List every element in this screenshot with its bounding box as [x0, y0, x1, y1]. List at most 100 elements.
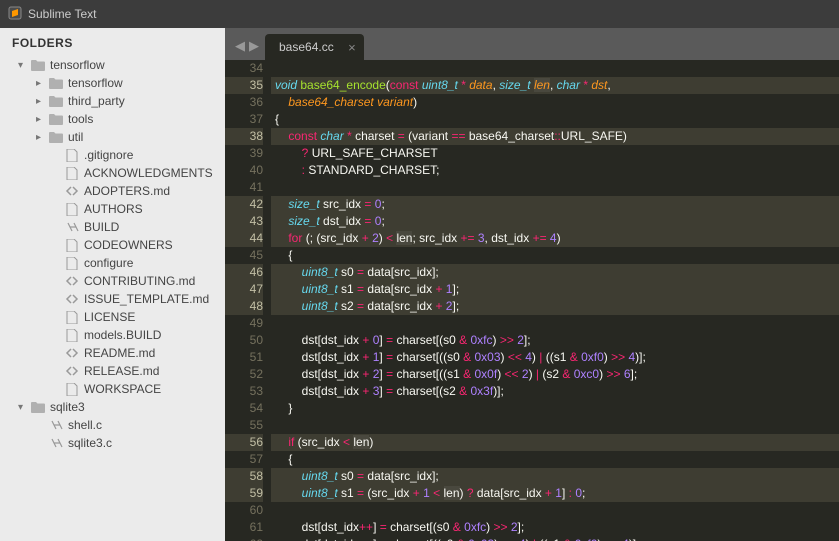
- code-line[interactable]: uint8_t s1 = (src_idx + 1 < len) ? data[…: [271, 485, 839, 502]
- code-line[interactable]: ? URL_SAFE_CHARSET: [271, 145, 839, 162]
- file-icon: [64, 328, 80, 342]
- code-line[interactable]: uint8_t s1 = data[src_idx + 1];: [271, 281, 839, 298]
- app-icon: [8, 6, 28, 23]
- file-icon: [64, 202, 80, 216]
- folder-item-tools[interactable]: ▸tools: [0, 110, 225, 128]
- app-title: Sublime Text: [28, 7, 96, 21]
- folder-item-tensorflow[interactable]: ▸tensorflow: [0, 74, 225, 92]
- file-item-configure[interactable]: configure: [0, 254, 225, 272]
- md-icon: [64, 364, 80, 378]
- line-number: 47: [225, 281, 263, 298]
- code-line[interactable]: }: [271, 400, 839, 417]
- line-number: 58: [225, 468, 263, 485]
- folder-tree[interactable]: ▾tensorflow▸tensorflow▸third_party▸tools…: [0, 56, 225, 452]
- file-icon: [64, 310, 80, 324]
- code-line[interactable]: {: [271, 111, 839, 128]
- code-line[interactable]: dst[dst_idx++] = charset[(s0 & 0xfc) >> …: [271, 519, 839, 536]
- code-line[interactable]: {: [271, 451, 839, 468]
- nav-back-icon[interactable]: ◀: [235, 38, 245, 54]
- nav-forward-icon[interactable]: ▶: [249, 38, 259, 54]
- line-number: 37: [225, 111, 263, 128]
- code-line[interactable]: dst[dst_idx++] = charset[((s0 & 0x03) <<…: [271, 536, 839, 541]
- folder-item-tensorflow[interactable]: ▾tensorflow: [0, 56, 225, 74]
- line-number: 46: [225, 264, 263, 281]
- line-number: 53: [225, 383, 263, 400]
- code-line[interactable]: size_t src_idx = 0;: [271, 196, 839, 213]
- code-content[interactable]: void base64_encode(const uint8_t * data,…: [271, 60, 839, 541]
- folder-icon: [48, 94, 64, 108]
- file-icon: [64, 148, 80, 162]
- code-line[interactable]: dst[dst_idx + 0] = charset[(s0 & 0xfc) >…: [271, 332, 839, 349]
- folder-item-util[interactable]: ▸util: [0, 128, 225, 146]
- tab-active[interactable]: base64.cc ×: [265, 34, 364, 60]
- code-line[interactable]: dst[dst_idx + 1] = charset[((s0 & 0x03) …: [271, 349, 839, 366]
- code-icon: [48, 418, 64, 432]
- sidebar-heading: FOLDERS: [0, 28, 225, 56]
- code-line[interactable]: : STANDARD_CHARSET;: [271, 162, 839, 179]
- code-line[interactable]: [271, 417, 839, 434]
- folder-icon: [48, 130, 64, 144]
- line-number: 55: [225, 417, 263, 434]
- file-item-codeowners[interactable]: CODEOWNERS: [0, 236, 225, 254]
- code-line[interactable]: dst[dst_idx + 3] = charset[(s2 & 0x3f)];: [271, 383, 839, 400]
- folder-item-third_party[interactable]: ▸third_party: [0, 92, 225, 110]
- expander-icon[interactable]: ▸: [36, 96, 48, 107]
- line-number: 41: [225, 179, 263, 196]
- file-item-acknowledgments[interactable]: ACKNOWLEDGMENTS: [0, 164, 225, 182]
- line-number: 39: [225, 145, 263, 162]
- code-line[interactable]: [271, 60, 839, 77]
- file-item-sqlite3-c[interactable]: sqlite3.c: [0, 434, 225, 452]
- close-icon[interactable]: ×: [348, 40, 356, 55]
- editor[interactable]: 3435363738394041424344454647484950515253…: [225, 60, 839, 541]
- md-icon: [64, 184, 80, 198]
- file-item-release-md[interactable]: RELEASE.md: [0, 362, 225, 380]
- md-icon: [64, 346, 80, 360]
- file-item--gitignore[interactable]: .gitignore: [0, 146, 225, 164]
- tab-bar: ◀ ▶ base64.cc ×: [225, 28, 839, 60]
- file-icon: [64, 166, 80, 180]
- code-line[interactable]: dst[dst_idx + 2] = charset[((s1 & 0x0f) …: [271, 366, 839, 383]
- code-line[interactable]: for (; (src_idx + 2) < len; src_idx += 3…: [271, 230, 839, 247]
- code-line[interactable]: [271, 502, 839, 519]
- file-icon: [64, 256, 80, 270]
- line-number: 51: [225, 349, 263, 366]
- expander-icon[interactable]: ▾: [18, 402, 30, 413]
- code-icon: [48, 436, 64, 450]
- line-number: 62: [225, 536, 263, 541]
- file-item-workspace[interactable]: WORKSPACE: [0, 380, 225, 398]
- expander-icon[interactable]: ▸: [36, 78, 48, 89]
- file-item-issue_template-md[interactable]: ISSUE_TEMPLATE.md: [0, 290, 225, 308]
- file-item-shell-c[interactable]: shell.c: [0, 416, 225, 434]
- file-icon: [64, 238, 80, 252]
- file-item-license[interactable]: LICENSE: [0, 308, 225, 326]
- md-icon: [64, 292, 80, 306]
- expander-icon[interactable]: ▸: [36, 114, 48, 125]
- file-item-build[interactable]: BUILD: [0, 218, 225, 236]
- folder-item-sqlite3[interactable]: ▾sqlite3: [0, 398, 225, 416]
- file-item-adopters-md[interactable]: ADOPTERS.md: [0, 182, 225, 200]
- line-number: 50: [225, 332, 263, 349]
- code-line[interactable]: if (src_idx < len): [271, 434, 839, 451]
- file-item-readme-md[interactable]: README.md: [0, 344, 225, 362]
- code-line[interactable]: size_t dst_idx = 0;: [271, 213, 839, 230]
- line-number: 38: [225, 128, 263, 145]
- code-icon: [64, 220, 80, 234]
- code-line[interactable]: {: [271, 247, 839, 264]
- code-line[interactable]: uint8_t s0 = data[src_idx];: [271, 264, 839, 281]
- code-line[interactable]: uint8_t s0 = data[src_idx];: [271, 468, 839, 485]
- code-line[interactable]: base64_charset variant): [271, 94, 839, 111]
- line-number: 54: [225, 400, 263, 417]
- code-line[interactable]: uint8_t s2 = data[src_idx + 2];: [271, 298, 839, 315]
- folder-icon: [30, 58, 46, 72]
- expander-icon[interactable]: ▾: [18, 60, 30, 71]
- code-line[interactable]: [271, 315, 839, 332]
- file-item-contributing-md[interactable]: CONTRIBUTING.md: [0, 272, 225, 290]
- code-line[interactable]: void base64_encode(const uint8_t * data,…: [271, 77, 839, 94]
- code-line[interactable]: const char * charset = (variant == base6…: [271, 128, 839, 145]
- code-line[interactable]: [271, 179, 839, 196]
- file-item-models-build[interactable]: models.BUILD: [0, 326, 225, 344]
- line-number: 44: [225, 230, 263, 247]
- file-item-authors[interactable]: AUTHORS: [0, 200, 225, 218]
- expander-icon[interactable]: ▸: [36, 132, 48, 143]
- line-number: 43: [225, 213, 263, 230]
